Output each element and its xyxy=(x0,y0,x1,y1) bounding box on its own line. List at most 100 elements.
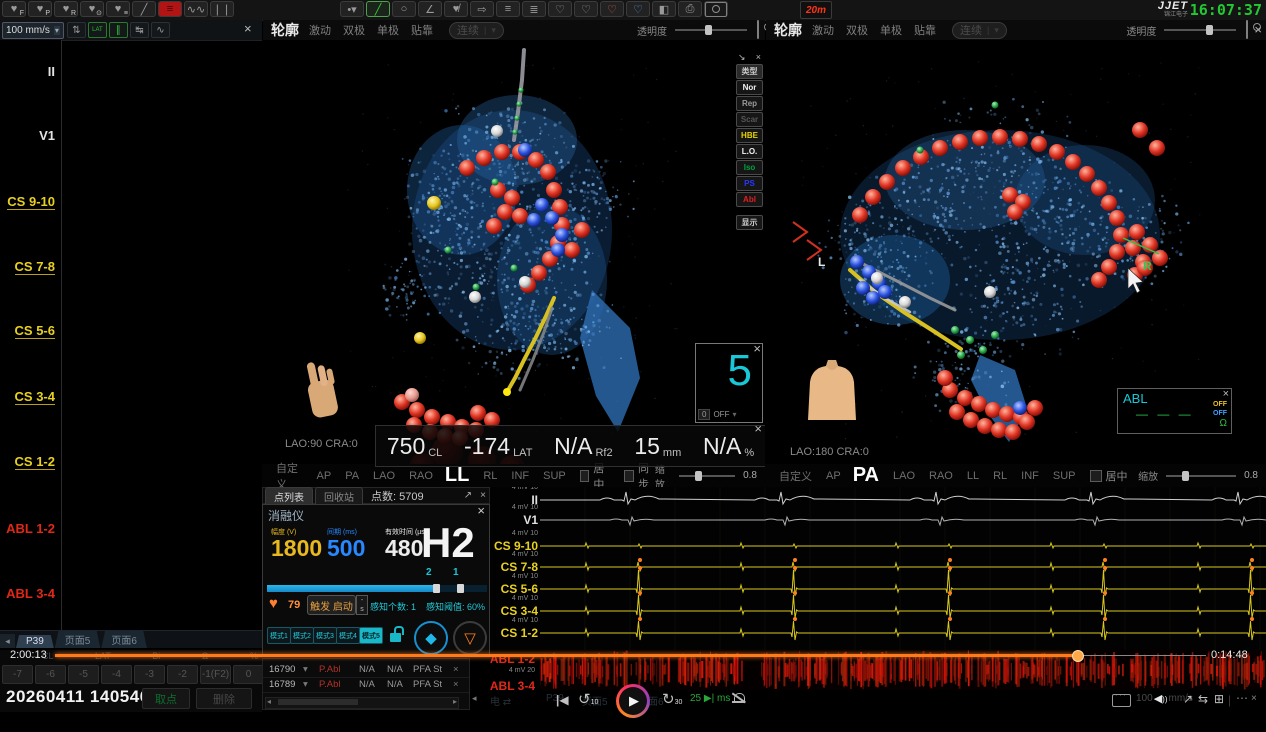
preset-button-3[interactable]: 模式3 xyxy=(313,627,337,644)
map-mode-1[interactable]: 双极 xyxy=(846,22,868,38)
preset-button-5[interactable]: 模式5 xyxy=(359,627,383,644)
zoom-slider[interactable] xyxy=(679,475,735,477)
ref-button--4[interactable]: -4 xyxy=(101,665,132,684)
wave-toolbar-close-icon[interactable]: × xyxy=(244,24,252,34)
contrast-toggle-icon[interactable]: ◧ xyxy=(652,1,676,17)
camera-button[interactable] xyxy=(1246,21,1248,39)
take-point-button[interactable]: 取点 xyxy=(142,688,190,709)
view-button-自定义[interactable]: 自定义 xyxy=(276,460,303,488)
view-button-SUP[interactable]: SUP xyxy=(1053,470,1076,482)
wave-align-icon[interactable]: ↹ xyxy=(130,22,149,38)
preset-button-4[interactable]: 模式4 xyxy=(336,627,360,644)
view-button-LAO[interactable]: LAO xyxy=(373,470,395,482)
sidebar-channel-cs-3-4[interactable]: CS 3-4 xyxy=(15,389,55,405)
view-button-PA[interactable]: PA xyxy=(853,464,879,487)
scroll-right-icon[interactable]: ▸ xyxy=(453,697,457,706)
ecg-channel-v1[interactable]: V1 xyxy=(523,513,538,527)
view-button-LL[interactable]: LL xyxy=(445,464,469,487)
scroll-left-icon[interactable]: ◂ xyxy=(267,697,271,706)
map-mode-2[interactable]: 单极 xyxy=(377,22,399,38)
points-tab-0[interactable]: 点列表 xyxy=(265,487,313,505)
parallel-lines-icon[interactable]: ≡ xyxy=(496,1,520,17)
lasso-icon[interactable]: ○ xyxy=(392,1,416,17)
sidebar-channel-ii[interactable]: II xyxy=(48,64,55,79)
layers-icon[interactable]: ≣ xyxy=(522,1,546,17)
export-window-icon[interactable]: ⊞ xyxy=(1214,692,1224,706)
tag-iso[interactable]: Iso xyxy=(736,160,763,175)
heart-outline2-icon[interactable]: ♡ xyxy=(574,1,598,17)
map-mode-1[interactable]: 双极 xyxy=(343,22,365,38)
counter-state[interactable]: OFF xyxy=(713,410,729,419)
tag-type-button[interactable]: 类型 xyxy=(736,64,763,79)
preset-button-2[interactable]: 模式2 xyxy=(290,627,314,644)
camera-button[interactable] xyxy=(757,21,759,39)
map-mode-3[interactable]: 贴靠 xyxy=(411,22,433,38)
view-button-AP[interactable]: AP xyxy=(826,470,841,482)
export-arrow-icon[interactable]: ⇨ xyxy=(470,1,494,17)
page-tab-页面5[interactable]: 页面5 xyxy=(55,631,101,648)
view-button-AP[interactable]: AP xyxy=(317,470,332,482)
ablation-sync-button[interactable]: ◆ xyxy=(414,621,448,655)
dual-page-icon[interactable]: ❘❘ xyxy=(210,1,234,17)
sidebar-channel-cs-7-8[interactable]: CS 7-8 xyxy=(15,259,55,275)
ecg-panel[interactable]: 4 mV 10II4 mV 10V14 mV 10CS 9-104 mV 10C… xyxy=(490,487,1266,650)
zoom-handle[interactable] xyxy=(695,471,702,481)
expand-icon[interactable]: ↗ xyxy=(1183,692,1193,706)
sensor-icon[interactable]: ∿∿ xyxy=(184,1,208,17)
points-table-hscrollbar[interactable]: ◂ ▸ xyxy=(265,697,459,709)
points-table[interactable]: ◂ ▸ 16790▾P.AblN/AN/APFA St×16789▾P.AblN… xyxy=(262,658,470,710)
heart-red-icon[interactable]: ♡ xyxy=(600,1,624,17)
counter-dropdown-icon[interactable]: ▾ xyxy=(732,410,736,419)
scroll-thumb[interactable] xyxy=(278,699,358,705)
tag-scar[interactable]: Scar xyxy=(736,112,763,127)
sidebar-channel-cs-5-6[interactable]: CS 5-6 xyxy=(15,323,55,339)
unlock-icon[interactable] xyxy=(390,633,401,642)
ecg-channel-cs-5-6[interactable]: CS 5-6 xyxy=(501,582,538,596)
map-view-right[interactable]: LAO:180 CRA:0 L R ABL × — — — OFF OFF Ω … xyxy=(765,40,1266,487)
sidebar-channel-cs-1-2[interactable]: CS 1-2 xyxy=(15,454,55,470)
ecg-channel-cs-1-2[interactable]: CS 1-2 xyxy=(501,626,538,640)
ref-button--1(F2)[interactable]: -1(F2) xyxy=(200,665,231,684)
points-close-icon[interactable]: × xyxy=(477,491,489,501)
ecg-alarm-icon[interactable]: ≡ xyxy=(158,1,182,17)
protractor-icon[interactable]: ∠ xyxy=(418,1,442,17)
transparency-handle[interactable] xyxy=(705,25,712,35)
continuous-button[interactable]: 连续|▾ xyxy=(952,22,1007,39)
counter-close-icon[interactable]: × xyxy=(753,344,761,354)
table-row[interactable]: 16790▾P.AblN/AN/APFA St× xyxy=(263,664,469,678)
ecg-channel-cs-3-4[interactable]: CS 3-4 xyxy=(501,604,538,618)
heart-p-icon[interactable]: ♥P xyxy=(28,1,52,17)
view-button-RAO[interactable]: RAO xyxy=(409,470,433,482)
heart-grid-icon[interactable]: ♥≡ xyxy=(106,1,130,17)
forward-icon[interactable]: ↻30 xyxy=(662,690,682,708)
ref-button--7[interactable]: -7 xyxy=(2,665,33,684)
timeline-handle[interactable] xyxy=(1072,650,1084,662)
map-mode-2[interactable]: 单极 xyxy=(880,22,902,38)
abl-monitor-close-icon[interactable]: × xyxy=(1223,389,1229,399)
ref-button--2[interactable]: -2 xyxy=(167,665,198,684)
play-button[interactable]: ▶ xyxy=(616,684,650,718)
tag-nor[interactable]: Nor xyxy=(736,80,763,95)
heart-gear-icon[interactable]: ♥⊙ xyxy=(80,1,104,17)
cell-x[interactable]: × xyxy=(453,664,459,675)
view-button-PA[interactable]: PA xyxy=(345,470,359,482)
map-view-left[interactable]: LAO:90 CRA:0 ↘ × 类型 NorRepScarHBEL.O.Iso… xyxy=(262,40,766,487)
tag-rep[interactable]: Rep xyxy=(736,96,763,111)
trigger-stepper[interactable]: -s xyxy=(356,595,368,615)
tag-panel-close-icon[interactable]: × xyxy=(756,52,761,63)
transparency-slider[interactable] xyxy=(1164,29,1236,31)
heart-blue-icon[interactable]: ♡ xyxy=(626,1,650,17)
map-mode-3[interactable]: 贴靠 xyxy=(914,22,936,38)
previous-icon[interactable]: |◀ xyxy=(556,693,569,707)
ablation-stop-button[interactable]: ▽ xyxy=(453,621,487,655)
view-button-INF[interactable]: INF xyxy=(511,470,529,482)
tab-scroll-left-icon[interactable]: ◂ xyxy=(472,693,477,704)
transparency-handle[interactable] xyxy=(1206,25,1213,35)
measurement-close-icon[interactable]: × xyxy=(754,424,762,434)
sidebar-channel-v1[interactable]: V1 xyxy=(39,128,55,143)
heart-f-icon[interactable]: ♥F xyxy=(2,1,26,17)
view-button-LL[interactable]: LL xyxy=(967,470,979,482)
heart-outline-icon[interactable]: ♡ xyxy=(548,1,572,17)
delete-button[interactable]: 删除 xyxy=(196,688,252,709)
points-tab-1[interactable]: 回收站 xyxy=(315,487,363,505)
